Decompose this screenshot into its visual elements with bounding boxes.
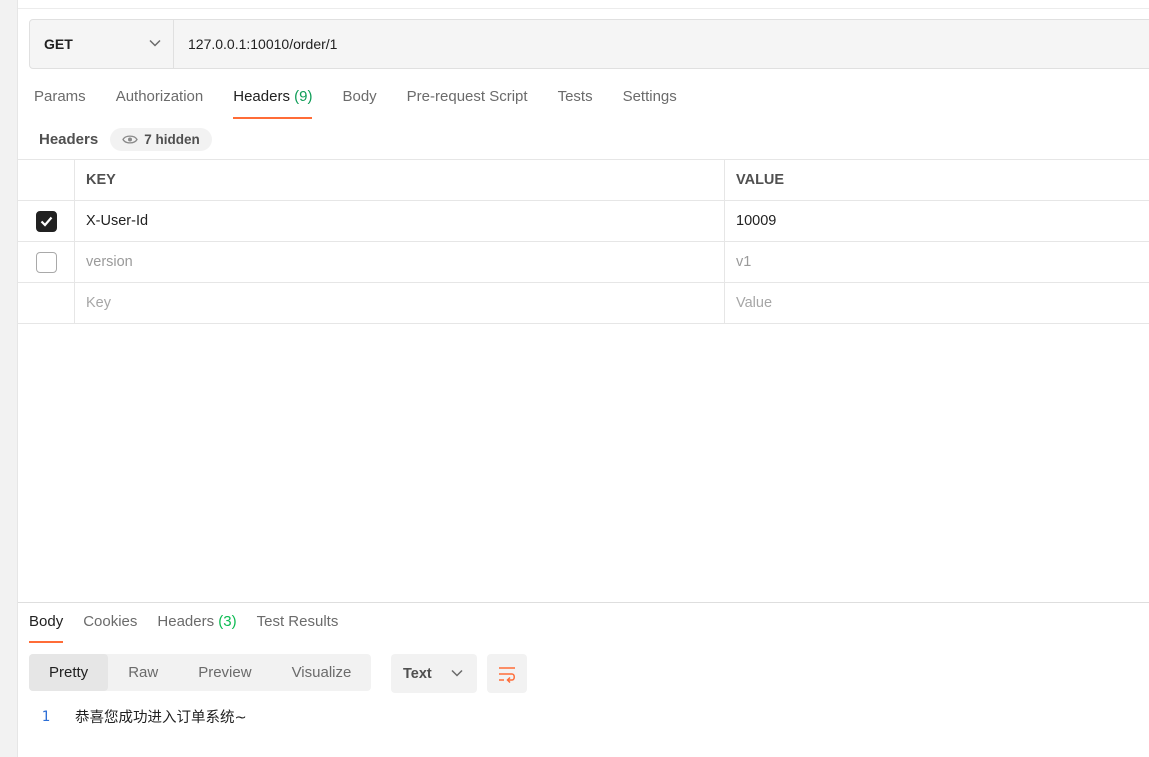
method-label: GET	[44, 36, 73, 52]
tab-response-cookies[interactable]: Cookies	[83, 613, 137, 643]
top-divider	[18, 8, 1149, 9]
column-header-key: KEY	[75, 160, 725, 200]
row-checkbox-cell	[18, 201, 75, 241]
tab-count-badge: (3)	[218, 613, 237, 630]
tab-label: Pre-request Script	[406, 88, 528, 105]
table-row: X-User-Id 10009	[18, 201, 1149, 242]
tab-count-badge: (9)	[294, 88, 313, 105]
eye-icon	[122, 135, 138, 144]
tab-authorization[interactable]: Authorization	[116, 88, 204, 119]
row-checkbox-cell	[18, 283, 75, 323]
column-header-value: VALUE	[736, 172, 785, 188]
view-mode-raw[interactable]: Raw	[108, 654, 178, 691]
tab-label: Headers	[157, 613, 215, 630]
format-label: Text	[403, 665, 432, 682]
tab-label: Headers	[233, 88, 290, 105]
tab-label: Body	[342, 88, 377, 105]
headers-table: KEY VALUE X-User-Id 10009 version v1 Key…	[18, 159, 1149, 324]
chevron-down-icon	[451, 669, 463, 677]
table-header-row: KEY VALUE	[18, 160, 1149, 201]
left-rail	[0, 0, 18, 757]
format-select[interactable]: Text	[391, 654, 477, 693]
view-mode-preview[interactable]: Preview	[178, 654, 271, 691]
checkmark-icon	[40, 216, 52, 227]
row-checkbox-cell	[18, 242, 75, 282]
response-tabs: Body Cookies Headers (3) Test Results	[29, 613, 338, 643]
row-checkbox[interactable]	[35, 251, 57, 273]
new-value-input[interactable]: Value	[725, 283, 1149, 323]
tab-label: Params	[34, 88, 86, 105]
table-row-new: Key Value	[18, 283, 1149, 324]
header-key-input[interactable]: X-User-Id	[75, 201, 725, 241]
chevron-down-icon	[149, 39, 161, 47]
tab-label: Authorization	[115, 88, 204, 105]
tab-tests[interactable]: Tests	[558, 88, 593, 119]
url-text: 127.0.0.1:10010/order/1	[188, 36, 338, 52]
new-key-input[interactable]: Key	[75, 283, 725, 323]
tab-headers[interactable]: Headers (9)	[233, 88, 313, 119]
tab-label: Test Results	[256, 613, 339, 630]
request-url-bar: GET 127.0.0.1:10010/order/1	[29, 19, 1149, 69]
response-body-viewer[interactable]: 1 恭喜您成功进入订单系统~	[29, 706, 247, 727]
tab-label: Settings	[622, 88, 677, 105]
wrap-lines-button[interactable]	[487, 654, 527, 693]
tab-test-results[interactable]: Test Results	[257, 613, 339, 643]
tab-pre-request-script[interactable]: Pre-request Script	[407, 88, 528, 119]
header-value-input[interactable]: v1	[725, 242, 1149, 282]
header-value-input[interactable]: 10009	[725, 201, 1149, 241]
hidden-count-label: 7 hidden	[144, 132, 200, 147]
view-mode-pretty[interactable]: Pretty	[29, 654, 109, 691]
row-checkbox[interactable]	[35, 210, 57, 232]
tab-body[interactable]: Body	[342, 88, 376, 119]
response-body-text: 恭喜您成功进入订单系统~	[75, 710, 247, 726]
view-mode-visualize[interactable]: Visualize	[272, 654, 372, 691]
tab-settings[interactable]: Settings	[623, 88, 677, 119]
tab-label: Tests	[557, 88, 593, 105]
wrap-lines-icon	[499, 666, 515, 683]
tab-label: Body	[29, 613, 64, 630]
headers-title: Headers	[39, 131, 99, 148]
response-divider[interactable]	[18, 602, 1149, 603]
url-input[interactable]: 127.0.0.1:10010/order/1	[174, 20, 1149, 68]
line-number: 1	[41, 708, 50, 725]
method-select[interactable]: GET	[30, 20, 174, 68]
header-key-input[interactable]: version	[75, 242, 725, 282]
headers-subheader: Headers 7 hidden	[39, 128, 212, 151]
hidden-headers-toggle[interactable]: 7 hidden	[110, 128, 212, 151]
table-row: version v1	[18, 242, 1149, 283]
tab-response-body[interactable]: Body	[29, 613, 64, 643]
view-mode-switch: Pretty Raw Preview Visualize	[29, 654, 372, 691]
tab-params[interactable]: Params	[34, 88, 86, 119]
tab-label: Cookies	[83, 613, 138, 630]
request-tabs: Params Authorization Headers (9) Body Pr…	[34, 88, 677, 119]
header-checkbox-cell	[18, 160, 75, 200]
tab-response-headers[interactable]: Headers (3)	[157, 613, 236, 643]
